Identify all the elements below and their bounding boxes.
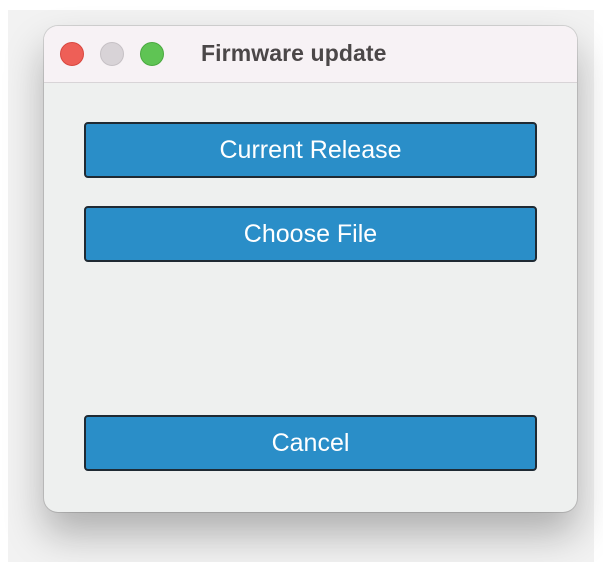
firmware-update-window: Firmware update Current Release Choose F…: [44, 26, 577, 512]
minimize-window-icon[interactable]: [100, 42, 124, 66]
choose-file-button[interactable]: Choose File: [84, 206, 537, 262]
maximize-window-icon[interactable]: [140, 42, 164, 66]
current-release-button[interactable]: Current Release: [84, 122, 537, 178]
cancel-button[interactable]: Cancel: [84, 415, 537, 471]
window-title: Firmware update: [201, 40, 387, 66]
close-window-icon[interactable]: [60, 42, 84, 66]
window-titlebar: Firmware update: [44, 26, 577, 83]
